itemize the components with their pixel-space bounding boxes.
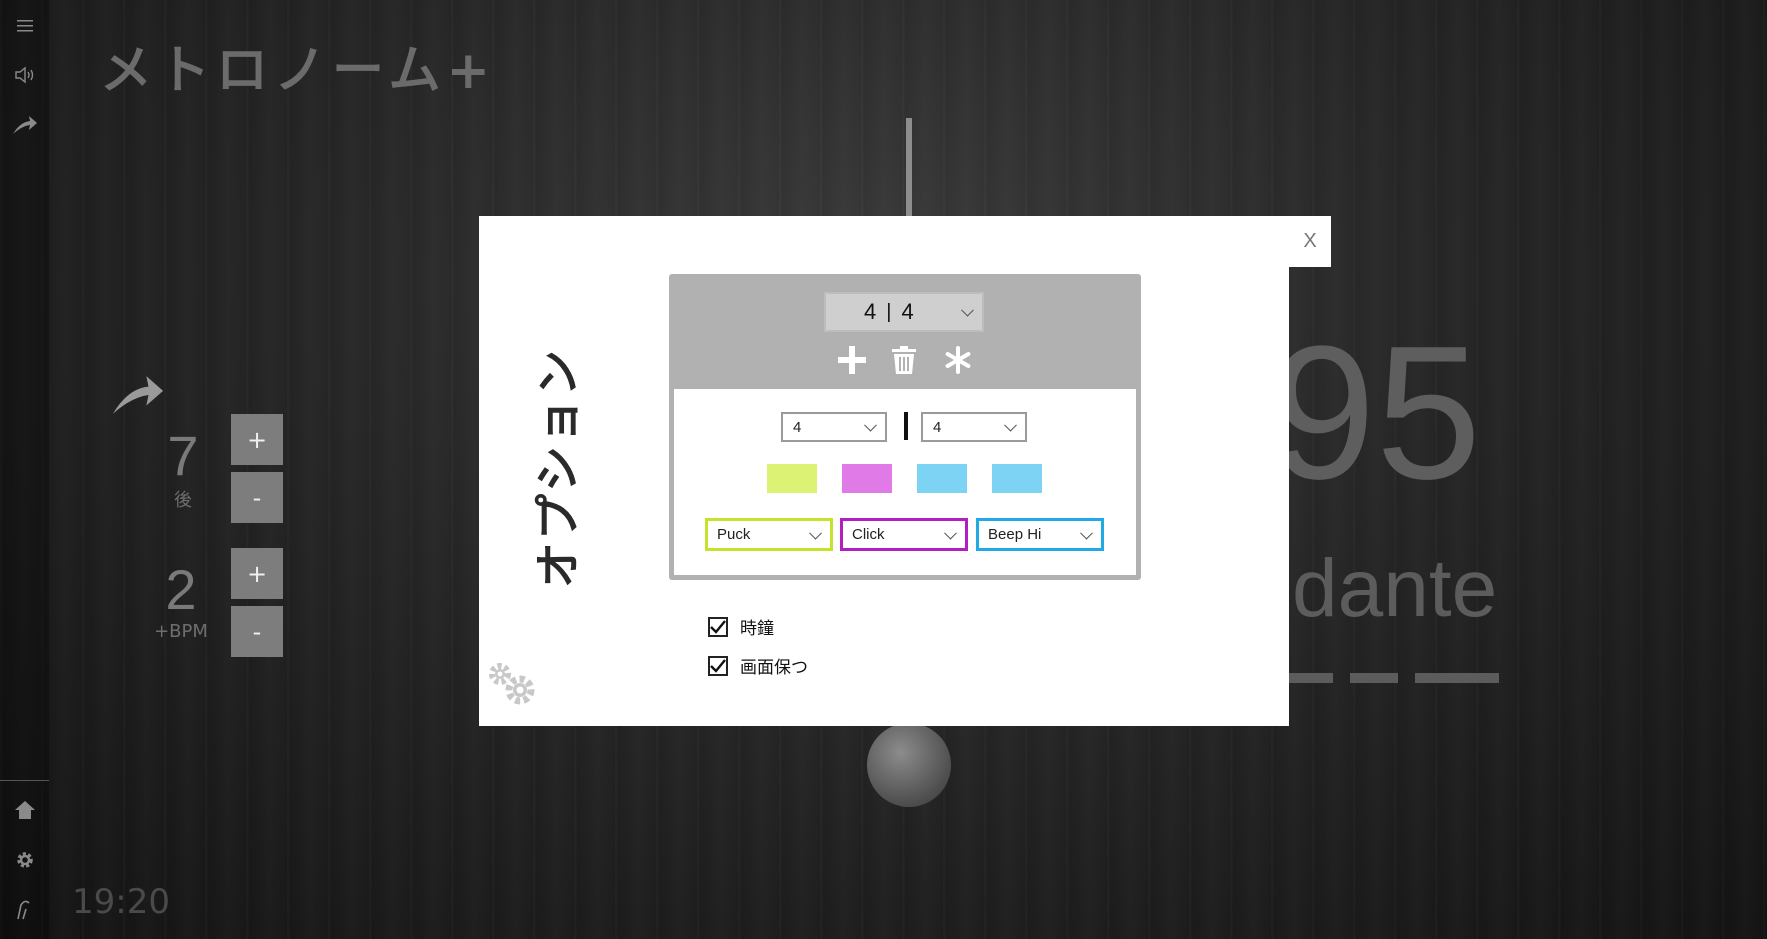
bars-counter-value: 7 bbox=[167, 424, 199, 487]
keep-screen-on-checkbox[interactable] bbox=[708, 655, 728, 676]
dialog-title: オプション bbox=[531, 348, 585, 588]
speaker-icon[interactable] bbox=[0, 55, 49, 95]
note-value-select[interactable]: 4 bbox=[921, 412, 1027, 442]
chevron-down-icon bbox=[1004, 418, 1017, 432]
bpm-step-minus-button[interactable]: - bbox=[231, 606, 283, 657]
bpm-step-counter-label: +BPM bbox=[154, 621, 208, 642]
sound-select-subdivision[interactable]: Beep Hi bbox=[976, 518, 1104, 551]
chevron-down-icon bbox=[944, 526, 957, 540]
hamburger-menu-icon[interactable] bbox=[0, 6, 49, 46]
home-icon[interactable] bbox=[0, 790, 49, 830]
gears-icon bbox=[486, 660, 538, 710]
clock-checkbox[interactable] bbox=[708, 616, 728, 637]
close-button[interactable]: X bbox=[1289, 216, 1331, 267]
bars-minus-button[interactable]: - bbox=[231, 472, 283, 523]
pendulum-weight[interactable] bbox=[867, 723, 951, 807]
beat-color-swatch[interactable] bbox=[917, 464, 967, 493]
beats-select[interactable]: 4 bbox=[781, 412, 887, 442]
sound-select-accent[interactable]: Puck bbox=[705, 518, 833, 551]
beat-indicator bbox=[1285, 673, 1333, 683]
app-title: メトロノーム+ bbox=[100, 41, 497, 101]
beat-indicator bbox=[1451, 673, 1499, 683]
bpm-step-counter-value: 2 bbox=[165, 558, 197, 621]
preset-separator: | bbox=[886, 300, 892, 323]
beat-color-swatch[interactable] bbox=[767, 464, 817, 493]
keep-screen-on-label: 画面保つ bbox=[740, 658, 808, 678]
sound-select-value: Puck bbox=[717, 526, 751, 543]
chevron-down-icon bbox=[961, 303, 974, 317]
conductor-baton-icon[interactable] bbox=[0, 890, 49, 930]
bpm-step-plus-button[interactable]: + bbox=[231, 548, 283, 599]
asterisk-icon[interactable] bbox=[938, 340, 978, 380]
beats-value: 4 bbox=[793, 418, 802, 436]
beat-color-swatch[interactable] bbox=[842, 464, 892, 493]
bars-plus-button[interactable]: + bbox=[231, 414, 283, 465]
time-signature-separator bbox=[904, 412, 908, 440]
pendulum-rod bbox=[906, 118, 912, 228]
clock-option-label: 時鐘 bbox=[740, 619, 774, 639]
preset-select[interactable]: 4 | 4 bbox=[824, 292, 984, 332]
preset-denominator: 4 bbox=[901, 299, 914, 324]
plus-icon[interactable] bbox=[832, 340, 872, 380]
rail-divider bbox=[0, 780, 49, 781]
tempo-name: dante bbox=[1292, 543, 1498, 634]
note-value: 4 bbox=[933, 418, 942, 436]
bars-counter-label: 後 bbox=[174, 490, 192, 511]
sound-select-value: Click bbox=[852, 526, 885, 543]
gear-icon[interactable] bbox=[0, 840, 49, 880]
left-rail bbox=[0, 0, 49, 939]
chevron-down-icon bbox=[1080, 526, 1093, 540]
sound-select-beat[interactable]: Click bbox=[840, 518, 968, 551]
curved-arrow-icon[interactable] bbox=[0, 105, 49, 145]
beat-color-swatch[interactable] bbox=[992, 464, 1042, 493]
trash-icon[interactable] bbox=[884, 340, 924, 380]
rhythm-preset-panel: 4 | 4 4 4 Puck Click Beep Hi bbox=[669, 274, 1141, 580]
clock-option[interactable]: 時鐘 bbox=[708, 614, 774, 639]
bpm-display: 95 bbox=[1270, 307, 1482, 519]
chevron-down-icon bbox=[809, 526, 822, 540]
beat-indicator bbox=[1350, 673, 1398, 683]
keep-screen-on-option[interactable]: 画面保つ bbox=[708, 653, 808, 678]
trainer-arrow-icon bbox=[110, 372, 166, 429]
chevron-down-icon bbox=[864, 418, 877, 432]
preset-numerator: 4 bbox=[864, 299, 877, 324]
clock-display: 19:20 bbox=[72, 882, 170, 922]
sound-select-value: Beep Hi bbox=[988, 526, 1042, 543]
